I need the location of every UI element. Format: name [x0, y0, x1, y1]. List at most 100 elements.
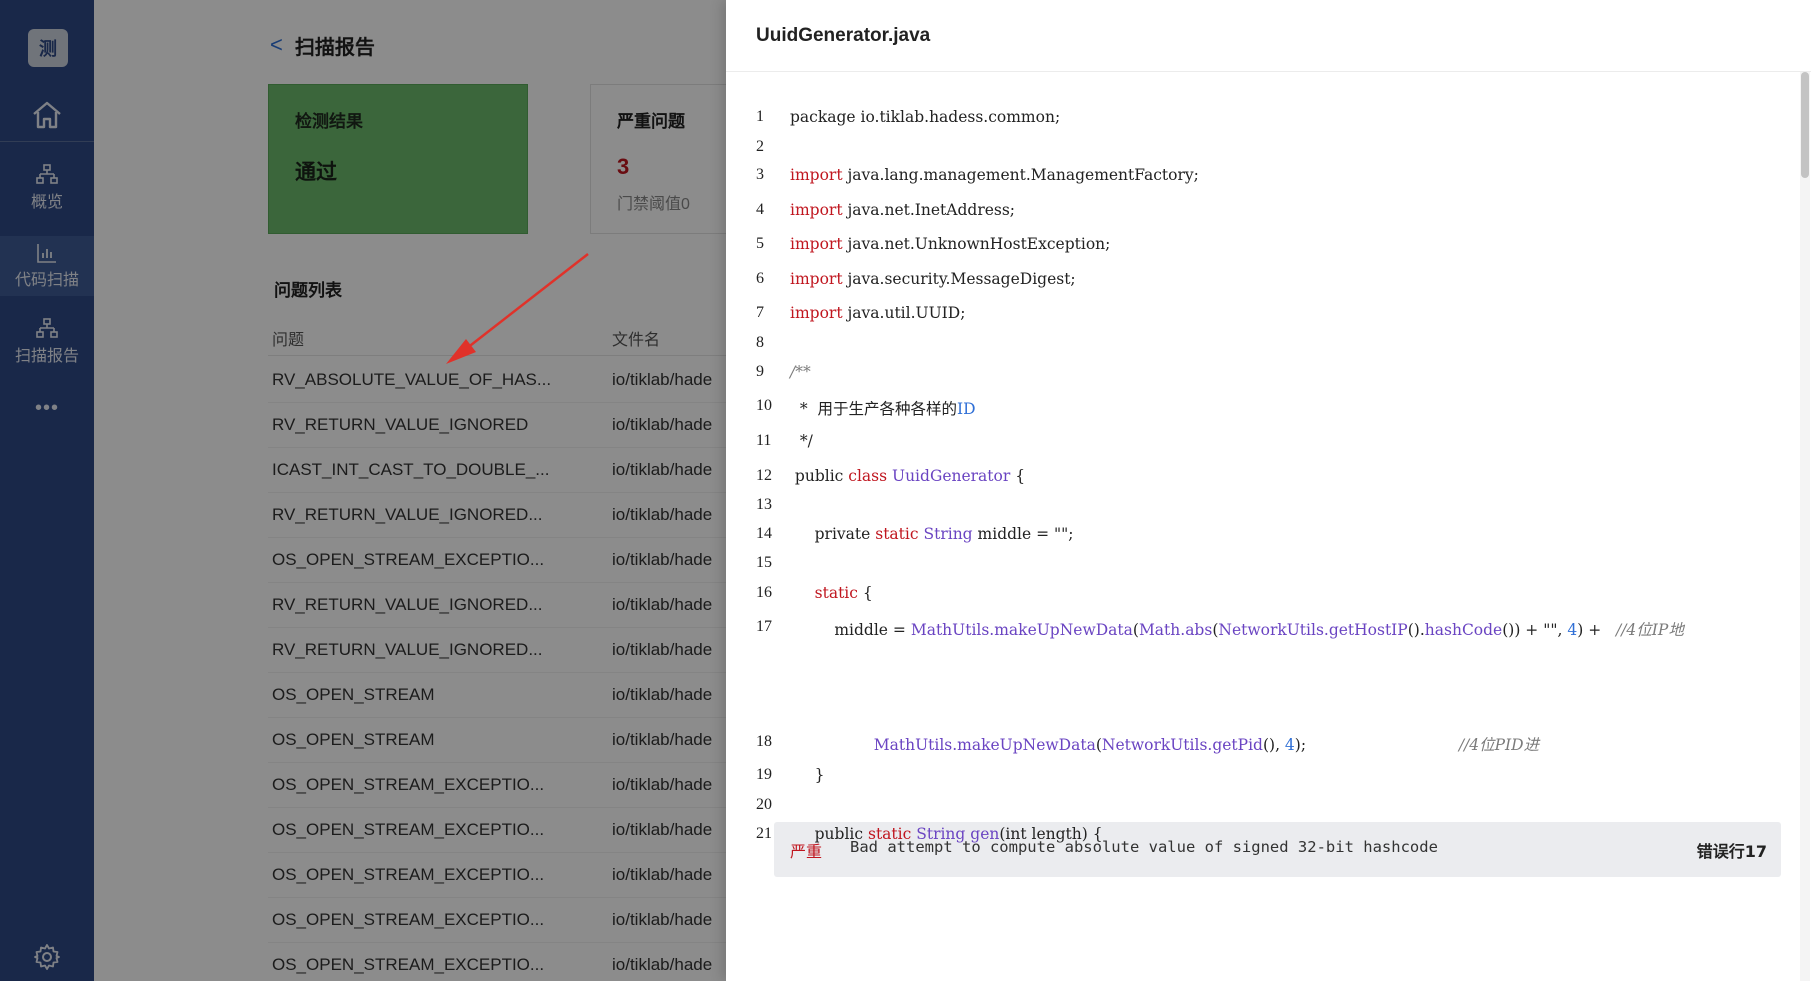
code-token: String	[923, 525, 973, 543]
file-name: io/tiklab/hade	[612, 595, 713, 614]
file-name: io/tiklab/hade	[612, 550, 713, 569]
table-row[interactable]: OS_OPEN_STREAM io/tiklab/hade	[268, 673, 726, 718]
table-row[interactable]: OS_OPEN_STREAM_EXCEPTIO... io/tiklab/hade	[268, 853, 726, 898]
code-text: /**	[790, 363, 811, 381]
code-text: import java.lang.management.ManagementFa…	[790, 166, 1199, 184]
table-row[interactable]: OS_OPEN_STREAM_EXCEPTIO... io/tiklab/hade	[268, 943, 726, 981]
code-line: 7 import java.util.UUID;	[726, 304, 1776, 338]
sidebar-item-overview[interactable]: 概览	[0, 158, 94, 218]
severe-card-label: 严重问题	[617, 112, 685, 131]
file-name: io/tiklab/hade	[612, 505, 713, 524]
line-number: 17	[756, 618, 772, 635]
line-number: 4	[756, 201, 764, 218]
issue-name: OS_OPEN_STREAM_EXCEPTIO...	[272, 865, 545, 884]
table-row[interactable]: RV_RETURN_VALUE_IGNORED... io/tiklab/hade	[268, 628, 726, 673]
line-number: 18	[756, 733, 772, 750]
line-number: 7	[756, 304, 764, 321]
back-button[interactable]: <	[270, 32, 283, 58]
code-scrollbar[interactable]	[1800, 72, 1810, 981]
issue-name: OS_OPEN_STREAM_EXCEPTIO...	[272, 910, 545, 929]
drawer-header: UuidGenerator.java	[726, 0, 1811, 72]
table-row[interactable]: ICAST_INT_CAST_TO_DOUBLE_... io/tiklab/ha…	[268, 448, 726, 493]
result-card-value: 通过	[295, 161, 337, 184]
line-number: 2	[756, 138, 764, 155]
table-row[interactable]: OS_OPEN_STREAM_EXCEPTIO... io/tiklab/hade	[268, 808, 726, 853]
home-nav-button[interactable]	[0, 90, 94, 140]
code-token: import	[790, 201, 843, 219]
sidebar-item-label: 扫描报告	[14, 348, 79, 365]
code-text: static {	[790, 584, 873, 602]
sidebar-item-code-scan[interactable]: 代码扫描	[0, 236, 94, 296]
code-line: 4 import java.net.InetAddress;	[726, 201, 1776, 235]
code-token: import	[790, 235, 843, 253]
code-text: MathUtils.makeUpNewData(NetworkUtils.get…	[790, 733, 1539, 755]
code-text: middle = MathUtils.makeUpNewData(Math.ab…	[790, 618, 1684, 640]
report-page: < 扫描报告 检测结果 通过 严重问题 3 门禁阈值0 问题列表 问题 文件名 …	[94, 0, 726, 981]
code-token: {	[1010, 467, 1026, 485]
code-token: NetworkUtils.getPid	[1101, 736, 1263, 754]
severe-card-value: 3	[617, 154, 630, 179]
result-card-label: 检测结果	[295, 112, 363, 131]
code-token: middle =	[790, 621, 911, 639]
scrollbar-thumb[interactable]	[1801, 72, 1809, 178]
code-token: ID	[956, 400, 976, 418]
code-text: package io.tiklab.hadess.common;	[790, 108, 1060, 126]
code-token: NetworkUtils.getHostIP	[1218, 621, 1408, 639]
code-token: java.security.MessageDigest;	[842, 270, 1076, 288]
sitemap-icon	[36, 318, 58, 338]
code-text: */	[790, 432, 813, 450]
column-header-issue: 问题	[272, 332, 305, 349]
code-token: package io.tiklab.hadess.common;	[790, 108, 1061, 126]
sidebar-item-scan-report[interactable]: 扫描报告	[0, 312, 94, 372]
code-token: {	[857, 584, 873, 602]
code-token: public	[790, 825, 868, 843]
line-number: 10	[756, 397, 772, 414]
issue-name: OS_OPEN_STREAM_EXCEPTIO...	[272, 550, 545, 569]
code-token: /**	[790, 363, 811, 381]
code-text: import java.net.UnknownHostException;	[790, 235, 1110, 253]
code-line: 5 import java.net.UnknownHostException;	[726, 235, 1776, 269]
table-row[interactable]: RV_ABSOLUTE_VALUE_OF_HAS... io/tiklab/had…	[268, 358, 726, 403]
code-token: }	[790, 766, 825, 784]
code-token: import	[790, 304, 843, 322]
line-number: 12	[756, 467, 772, 484]
code-viewer: 严重 Bad attempt to compute absolute value…	[726, 72, 1796, 981]
code-token: java.lang.management.ManagementFactory;	[842, 166, 1199, 184]
file-name: io/tiklab/hade	[612, 865, 713, 884]
home-icon	[33, 101, 61, 129]
code-line: 11 */	[726, 432, 1776, 466]
app-logo[interactable]: 测	[28, 29, 68, 67]
drawer-title: UuidGenerator.java	[756, 25, 931, 46]
table-row[interactable]: OS_OPEN_STREAM_EXCEPTIO... io/tiklab/hade	[268, 898, 726, 943]
table-row[interactable]: OS_OPEN_STREAM io/tiklab/hade	[268, 718, 726, 763]
issue-name: ICAST_INT_CAST_TO_DOUBLE_...	[272, 460, 550, 479]
code-text: import java.security.MessageDigest;	[790, 270, 1076, 288]
line-number: 19	[756, 766, 772, 783]
line-number: 11	[756, 432, 772, 449]
line-number: 15	[756, 554, 772, 571]
code-text: * 用于生产各种各样的ID	[790, 397, 976, 419]
code-text: import java.net.InetAddress;	[790, 201, 1015, 219]
more-menu-button[interactable]: •••	[0, 396, 94, 420]
file-name: io/tiklab/hade	[612, 460, 713, 479]
code-text: private static String middle = "";	[790, 525, 1074, 543]
line-number: 20	[756, 796, 772, 813]
code-line: 10 * 用于生产各种各样的ID	[726, 397, 1776, 431]
code-token: static	[875, 525, 919, 543]
table-row[interactable]: RV_RETURN_VALUE_IGNORED... io/tiklab/hade	[268, 493, 726, 538]
code-token: java.net.UnknownHostException;	[842, 235, 1111, 253]
issue-name: OS_OPEN_STREAM	[272, 730, 435, 749]
table-row[interactable]: OS_OPEN_STREAM_EXCEPTIO... io/tiklab/hade	[268, 763, 726, 808]
gear-icon[interactable]	[33, 943, 61, 971]
table-row[interactable]: RV_RETURN_VALUE_IGNORED io/tiklab/hade	[268, 403, 726, 448]
table-row[interactable]: OS_OPEN_STREAM_EXCEPTIO... io/tiklab/hade	[268, 538, 726, 583]
line-number: 13	[756, 496, 772, 513]
code-line: 1 package io.tiklab.hadess.common;	[726, 108, 1776, 142]
file-name: io/tiklab/hade	[612, 730, 713, 749]
code-token: MathUtils.makeUpNewData	[910, 621, 1133, 639]
line-number: 21	[756, 825, 772, 842]
table-row[interactable]: RV_RETURN_VALUE_IGNORED... io/tiklab/hade	[268, 583, 726, 628]
code-line: 19 }	[726, 766, 1776, 800]
code-line: 3 import java.lang.management.ManagementF…	[726, 166, 1776, 200]
sidebar-item-label: 代码扫描	[14, 272, 79, 289]
